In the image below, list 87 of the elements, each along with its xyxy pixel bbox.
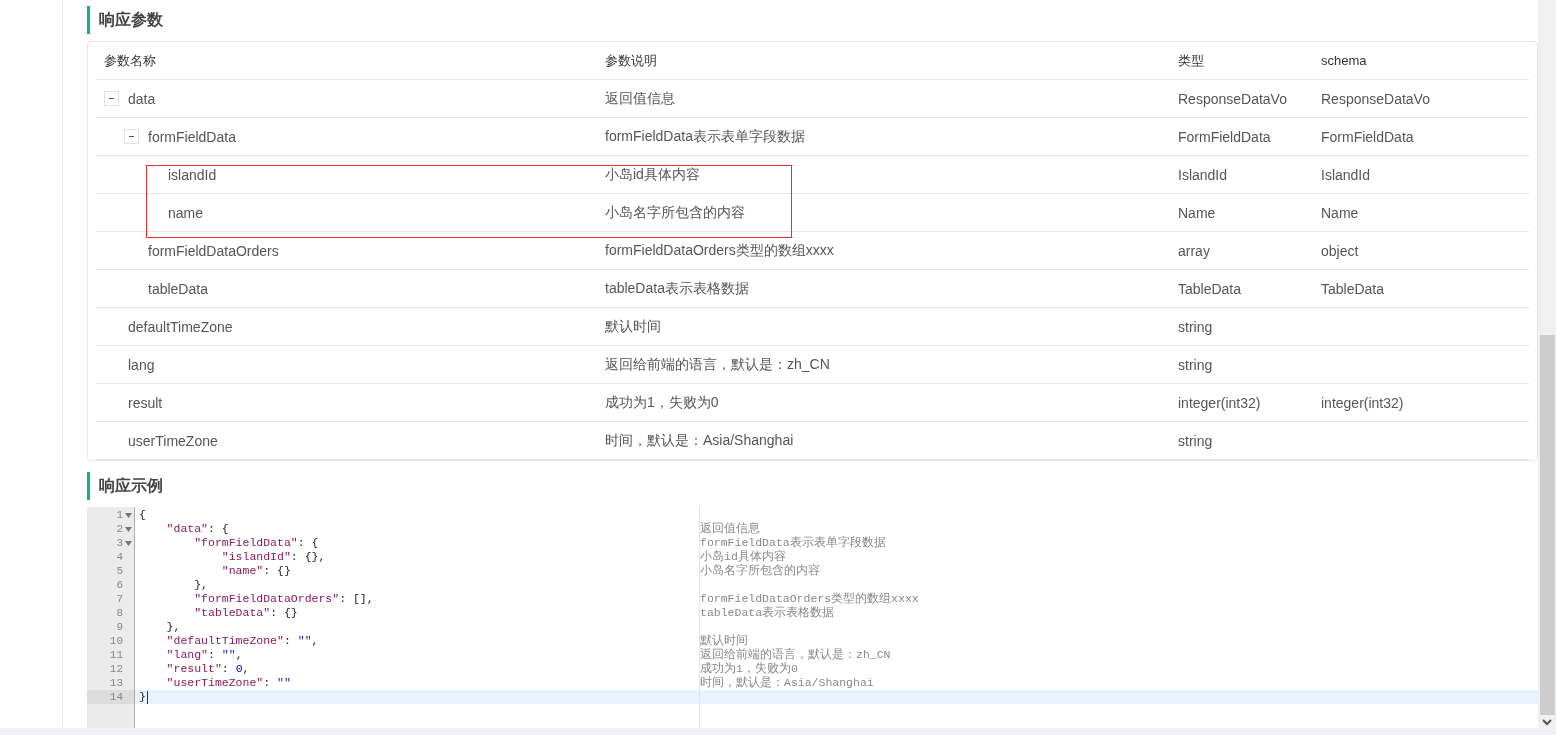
- column-header: 参数名称: [103, 51, 157, 70]
- param-description: 默认时间: [605, 317, 661, 336]
- param-schema: integer(int32): [1321, 394, 1404, 411]
- param-description: 返回值信息: [605, 89, 675, 108]
- param-type: array: [1178, 242, 1210, 259]
- line-number: 3: [116, 536, 123, 550]
- param-type: IslandId: [1178, 166, 1228, 183]
- collapse-toggle[interactable]: [124, 129, 139, 144]
- code-line: "name": {}: [220, 564, 291, 578]
- code-line: },: [165, 620, 181, 634]
- param-description: 成功为1，失败为0: [605, 393, 719, 412]
- code-comment: 成功为1，失败为0: [700, 662, 798, 675]
- code-comment: 时间，默认是：Asia/Shanghai: [700, 676, 874, 689]
- param-schema: object: [1321, 242, 1359, 259]
- code-line: "lang": "",: [165, 648, 243, 662]
- param-type: string: [1178, 356, 1213, 373]
- code-comment: 返回值信息: [700, 522, 760, 535]
- param-schema: Name: [1321, 204, 1359, 221]
- code-comment: formFieldData表示表单字段数据: [700, 536, 886, 549]
- param-name: name: [168, 204, 204, 221]
- param-name: result: [128, 394, 163, 411]
- param-name: formFieldDataOrders: [148, 242, 279, 259]
- fold-arrow-icon[interactable]: [125, 540, 132, 546]
- code-line: "formFieldDataOrders": [],: [193, 592, 374, 606]
- param-type: Name: [1178, 204, 1216, 221]
- code-line: "tableData": {}: [193, 606, 298, 620]
- param-type: FormFieldData: [1178, 128, 1271, 145]
- param-name: tableData: [148, 280, 208, 297]
- param-description: 小岛id具体内容: [605, 165, 700, 184]
- line-number: 2: [116, 522, 123, 536]
- code-comment: tableData表示表格数据: [700, 606, 835, 619]
- scroll-down-icon[interactable]: [1542, 719, 1552, 726]
- collapse-toggle[interactable]: [104, 91, 119, 106]
- code-comment: 默认时间: [700, 634, 748, 647]
- line-number: 1: [116, 508, 123, 522]
- line-number: 5: [116, 564, 123, 578]
- param-schema: TableData: [1321, 280, 1385, 297]
- param-type: string: [1178, 432, 1213, 449]
- param-description: 小岛名字所包含的内容: [605, 203, 745, 222]
- line-number: 12: [109, 662, 123, 676]
- line-number: 4: [116, 550, 123, 564]
- param-name: lang: [128, 356, 155, 373]
- horizontal-scrollbar[interactable]: [0, 728, 1556, 735]
- column-header: 类型: [1177, 51, 1205, 70]
- line-number: 13: [109, 676, 123, 690]
- line-number: 7: [116, 592, 123, 606]
- code-line: "defaultTimeZone": "",: [165, 634, 319, 648]
- param-schema: ResponseDataVo: [1321, 90, 1430, 107]
- param-type: integer(int32): [1178, 394, 1261, 411]
- scrollbar[interactable]: [1538, 0, 1556, 728]
- param-type: TableData: [1178, 280, 1242, 297]
- code-line: "formFieldData": {: [193, 536, 319, 550]
- param-description: tableData表示表格数据: [605, 279, 749, 298]
- code-comment: 小岛id具体内容: [700, 550, 786, 563]
- fold-arrow-icon[interactable]: [125, 512, 132, 518]
- code-comment: 返回给前端的语言，默认是：zh_CN: [700, 648, 891, 661]
- fold-arrow-icon[interactable]: [125, 526, 132, 532]
- line-number: 8: [116, 606, 123, 620]
- code-comment: 小岛名字所包含的内容: [700, 564, 820, 577]
- code-comment: formFieldDataOrders类型的数组xxxx: [700, 592, 919, 605]
- code-line: "result": 0,: [165, 662, 250, 676]
- param-name: userTimeZone: [128, 432, 218, 449]
- code-line: },: [193, 578, 208, 592]
- param-description: formFieldDataOrders类型的数组xxxx: [605, 241, 834, 260]
- line-number: 9: [116, 620, 123, 634]
- line-number: 6: [116, 578, 123, 592]
- param-description: 时间，默认是：Asia/Shanghai: [605, 431, 794, 450]
- param-schema: FormFieldData: [1321, 128, 1414, 145]
- param-type: string: [1178, 318, 1213, 335]
- code-line: "data": {: [165, 522, 229, 536]
- code-line: "islandId": {},: [220, 550, 326, 564]
- line-number: 14: [109, 690, 123, 704]
- param-schema: IslandId: [1321, 166, 1371, 183]
- param-description: formFieldData表示表单字段数据: [605, 127, 805, 146]
- param-name: defaultTimeZone: [128, 318, 233, 335]
- param-type: ResponseDataVo: [1178, 90, 1287, 107]
- line-number: 10: [109, 634, 123, 648]
- code-line: }: [139, 690, 146, 704]
- column-header: schema: [1320, 52, 1368, 70]
- param-description: 返回给前端的语言，默认是：zh_CN: [605, 355, 830, 374]
- code-line: "userTimeZone": "": [165, 676, 291, 690]
- param-name: data: [128, 90, 156, 107]
- column-header: 参数说明: [604, 51, 658, 70]
- param-name: formFieldData: [148, 128, 236, 145]
- line-number: 11: [109, 648, 123, 662]
- code-line: {: [139, 508, 146, 522]
- param-name: islandId: [168, 166, 217, 183]
